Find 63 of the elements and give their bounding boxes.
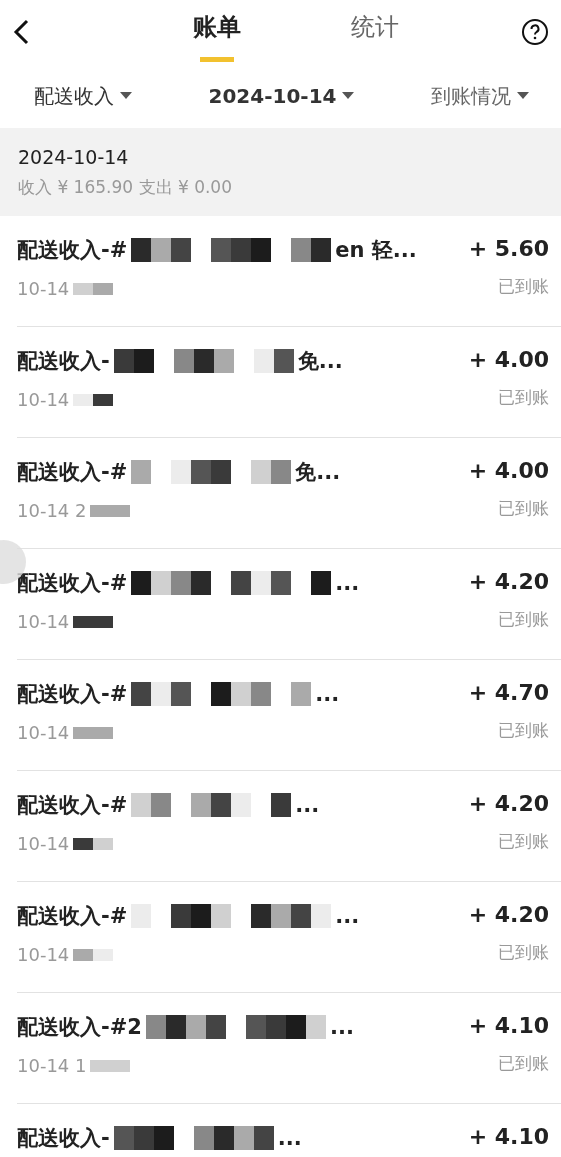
record-status: 已到账 (498, 1052, 549, 1075)
record-title: 配送收入-# (17, 459, 128, 486)
record-time: 10-14 (17, 611, 70, 632)
summary-date: 2024-10-14 (18, 146, 130, 168)
record-status: 已到账 (498, 497, 549, 520)
record-title: ... (315, 682, 340, 706)
redaction-mosaic (73, 726, 114, 739)
tab[interactable]: 账单 (192, 2, 241, 62)
record-time: 10-14 (17, 278, 70, 299)
caret-icon (120, 92, 132, 100)
record-status: 已到账 (498, 608, 549, 631)
record-amount: + 4.70 (468, 680, 549, 705)
record-status: 已到账 (498, 386, 549, 409)
record-time: 10-14 (17, 944, 70, 965)
redaction-mosaic (90, 504, 131, 517)
record-amount: + 4.10 (468, 1013, 549, 1038)
record-amount: + 4.20 (468, 902, 549, 927)
record-amount: + 4.00 (468, 347, 549, 372)
record-title: ... (335, 904, 360, 928)
record-title: 免... (295, 459, 341, 486)
redaction-mosaic (73, 393, 114, 406)
redaction-mosaic (73, 837, 114, 850)
record-time: 10-14 (17, 722, 70, 743)
record-status: 已到账 (498, 941, 549, 964)
caret-icon (517, 92, 529, 100)
record-title: 配送收入-# (17, 237, 128, 264)
caret-icon (342, 92, 355, 100)
record-title: 配送收入-# (17, 681, 128, 708)
record-time: 10-14 (17, 389, 70, 410)
record-amount: + 4.00 (468, 458, 549, 483)
redaction-mosaic (73, 948, 114, 961)
record-amount: + 5.60 (468, 236, 549, 261)
filter-dropdown[interactable]: 到账情况 (431, 82, 529, 110)
record-title: 配送收入- (17, 1125, 110, 1152)
record-status: 已到账 (498, 275, 549, 298)
filter-dropdown[interactable]: 配送收入 (34, 82, 132, 110)
record-title: 配送收入-# (17, 792, 128, 819)
record-title: ... (277, 1126, 302, 1150)
record-amount: + 4.10 (468, 1124, 549, 1149)
redaction-mosaic (73, 615, 114, 628)
record-title: ... (329, 1015, 354, 1039)
record-title: 配送收入-# (17, 903, 128, 930)
redaction-mosaic (73, 282, 114, 295)
record-title: ... (295, 793, 320, 817)
record-amount: + 4.20 (468, 569, 549, 594)
record-time: 10-14 2 (17, 500, 87, 521)
record-time: 10-14 (17, 833, 70, 854)
record-amount: + 4.20 (468, 791, 549, 816)
record-title: en 轻... (335, 237, 417, 264)
redaction-mosaic (90, 1059, 131, 1072)
record-title: 免... (297, 348, 343, 375)
tab[interactable]: 统计 (350, 2, 399, 62)
record-time: 10-14 1 (17, 1055, 87, 1076)
record-title: ... (335, 571, 360, 595)
summary-totals: 收入 ¥ 165.90 支出 ¥ 0.00 (18, 176, 233, 199)
filter-dropdown[interactable]: 2024-10-14 (208, 84, 355, 108)
record-status: 已到账 (498, 830, 549, 853)
record-title: 配送收入-#2 (17, 1014, 142, 1041)
help-icon[interactable] (521, 18, 549, 46)
back-icon[interactable] (12, 19, 30, 45)
record-status: 已到账 (498, 719, 549, 742)
record-title: 配送收入- (17, 348, 110, 375)
record-title: 配送收入-# (17, 570, 128, 597)
